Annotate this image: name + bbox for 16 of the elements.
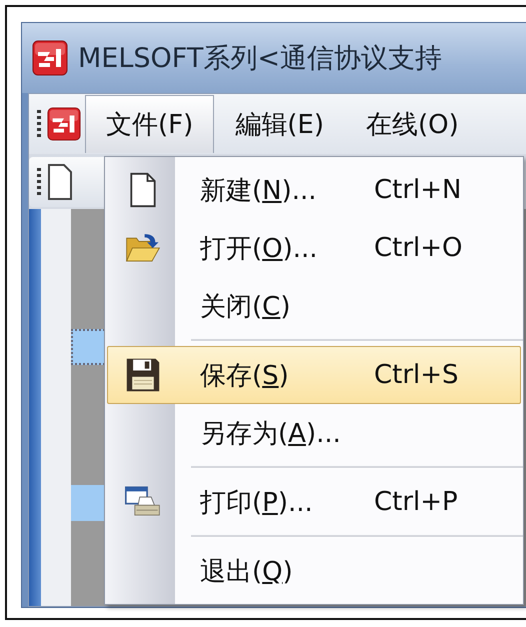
- window-title: MELSOFT系列<通信协议支持: [78, 42, 442, 76]
- menu-item[interactable]: 关闭(C): [107, 277, 521, 335]
- menu-bar-item[interactable]: 文件(F): [85, 95, 214, 153]
- menu-item[interactable]: 保存(S) Ctrl+S: [107, 346, 521, 404]
- gripper-icon: [37, 110, 41, 138]
- gripper-icon: [37, 168, 41, 196]
- menu-bar-item[interactable]: 編辑(E): [214, 95, 345, 153]
- menu-bar-item[interactable]: 在线(O): [344, 95, 480, 153]
- menu-item[interactable]: 新建(N)... Ctrl+N: [107, 161, 521, 219]
- menu-item[interactable]: 退出(Q): [107, 542, 521, 600]
- app-logo-icon: [32, 40, 68, 76]
- app-logo-icon: [47, 107, 81, 141]
- blank-page-icon[interactable]: [47, 162, 73, 200]
- menu-item[interactable]: 打开(O)... Ctrl+O: [107, 219, 521, 277]
- menu-item[interactable]: 打印(P)... Ctrl+P: [107, 473, 521, 531]
- menu-item[interactable]: 另存为(A)...: [107, 404, 521, 462]
